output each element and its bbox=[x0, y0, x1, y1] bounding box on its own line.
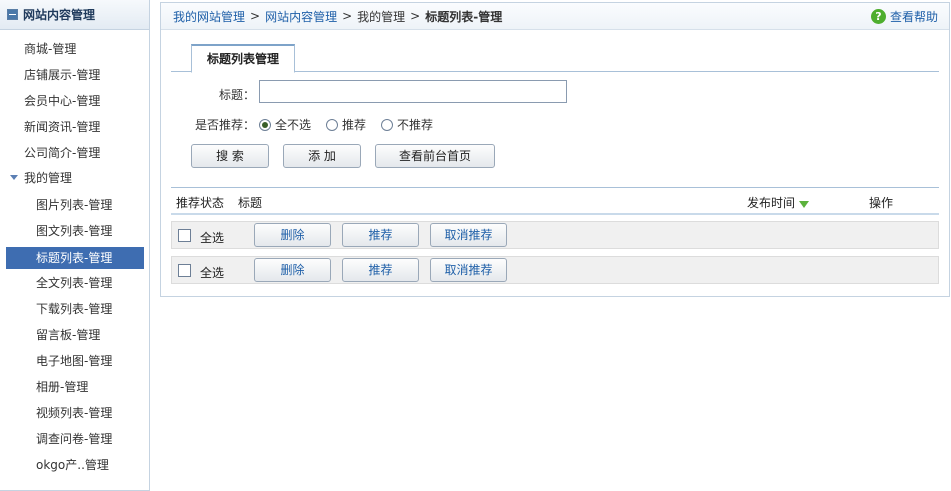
sidebar-item-news[interactable]: 新闻资讯-管理 bbox=[0, 116, 150, 138]
sidebar-group-my-management[interactable]: 我的管理 bbox=[0, 167, 150, 189]
breadcrumb-separator: > bbox=[410, 9, 421, 23]
sidebar-item-guestbook[interactable]: 留言板-管理 bbox=[0, 324, 150, 346]
column-header-actions: 操作 bbox=[869, 196, 894, 210]
select-all-checkbox[interactable] bbox=[178, 264, 191, 277]
tab-bar: 标题列表管理 bbox=[171, 44, 939, 73]
recommend-button[interactable]: 推荐 bbox=[342, 258, 419, 282]
sidebar-item-okgo-product[interactable]: okgo产..管理 bbox=[0, 454, 150, 476]
radio-recommend[interactable]: 推荐 bbox=[326, 116, 366, 133]
expand-arrow-icon bbox=[10, 175, 18, 180]
radio-not-recommend[interactable]: 不推荐 bbox=[381, 116, 433, 133]
sidebar: 网站内容管理 商城-管理 店铺展示-管理 会员中心-管理 新闻资讯-管理 公司简… bbox=[0, 0, 150, 491]
radio-label: 不推荐 bbox=[397, 118, 434, 132]
column-header-title: 标题 bbox=[238, 196, 263, 210]
select-all-label: 全选 bbox=[200, 231, 225, 245]
select-all-label: 全选 bbox=[200, 266, 225, 280]
tab-title-list-management[interactable]: 标题列表管理 bbox=[191, 44, 295, 73]
radio-none[interactable]: 全不选 bbox=[259, 116, 311, 133]
breadcrumb-separator: > bbox=[250, 9, 261, 23]
radio-button[interactable] bbox=[326, 118, 338, 131]
view-front-page-button[interactable]: 查看前台首页 bbox=[375, 144, 495, 168]
radio-button[interactable] bbox=[381, 118, 393, 131]
main-panel: 我的网站管理 > 网站内容管理 > 我的管理 > 标题列表-管理 ? 查看帮助 … bbox=[160, 2, 950, 297]
recommend-button[interactable]: 推荐 bbox=[342, 223, 419, 247]
search-button[interactable]: 搜 索 bbox=[191, 144, 269, 168]
sidebar-group-label: 我的管理 bbox=[24, 171, 73, 185]
help-label: 查看帮助 bbox=[889, 10, 938, 24]
help-link[interactable]: ? 查看帮助 bbox=[870, 8, 938, 25]
sidebar-item-mall[interactable]: 商城-管理 bbox=[0, 38, 150, 60]
collapse-icon[interactable] bbox=[7, 9, 18, 20]
sidebar-item-member-center[interactable]: 会员中心-管理 bbox=[0, 90, 150, 112]
sidebar-item-title-list[interactable]: 标题列表-管理 bbox=[6, 247, 144, 269]
delete-button[interactable]: 删除 bbox=[254, 223, 331, 247]
sidebar-item-shop-display[interactable]: 店铺展示-管理 bbox=[0, 64, 150, 86]
breadcrumb-my-site[interactable]: 我的网站管理 bbox=[173, 8, 245, 25]
action-row: 全选 删除 推荐 取消推荐 bbox=[171, 256, 939, 284]
sidebar-item-fulltext-list[interactable]: 全文列表-管理 bbox=[0, 272, 150, 294]
sidebar-item-download-list[interactable]: 下载列表-管理 bbox=[0, 298, 150, 320]
sidebar-item-survey[interactable]: 调查问卷-管理 bbox=[0, 428, 150, 450]
column-header-publish-time[interactable]: 发布时间 bbox=[747, 194, 810, 211]
breadcrumb-separator: > bbox=[342, 9, 353, 23]
add-button[interactable]: 添 加 bbox=[283, 144, 361, 168]
sidebar-item-video-list[interactable]: 视频列表-管理 bbox=[0, 402, 150, 424]
breadcrumb-my-management: 我的管理 bbox=[357, 9, 406, 24]
radio-label: 推荐 bbox=[342, 118, 367, 132]
column-header-status: 推荐状态 bbox=[176, 196, 225, 210]
sidebar-item-company-intro[interactable]: 公司简介-管理 bbox=[0, 142, 150, 164]
sort-down-icon[interactable] bbox=[799, 201, 810, 208]
title-input[interactable] bbox=[259, 80, 567, 103]
breadcrumb: 我的网站管理 > 网站内容管理 > 我的管理 > 标题列表-管理 bbox=[161, 3, 949, 30]
radio-button-checked[interactable] bbox=[259, 118, 271, 131]
help-icon: ? bbox=[870, 9, 886, 24]
sidebar-item-image-text-list[interactable]: 图文列表-管理 bbox=[0, 220, 150, 242]
cancel-recommend-button[interactable]: 取消推荐 bbox=[430, 223, 507, 247]
cancel-recommend-button[interactable]: 取消推荐 bbox=[430, 258, 507, 282]
sidebar-item-album[interactable]: 相册-管理 bbox=[0, 376, 150, 398]
list-header: 推荐状态 标题 发布时间 操作 bbox=[171, 187, 939, 215]
recommend-label: 是否推荐： bbox=[195, 118, 256, 132]
sidebar-item-map[interactable]: 电子地图-管理 bbox=[0, 350, 150, 372]
sidebar-header[interactable]: 网站内容管理 bbox=[0, 0, 149, 30]
sidebar-item-image-list[interactable]: 图片列表-管理 bbox=[0, 194, 150, 216]
title-label: 标题： bbox=[219, 88, 256, 102]
publish-time-label: 发布时间 bbox=[747, 196, 796, 210]
action-row: 全选 删除 推荐 取消推荐 bbox=[171, 221, 939, 249]
breadcrumb-site-content[interactable]: 网站内容管理 bbox=[265, 8, 337, 25]
delete-button[interactable]: 删除 bbox=[254, 258, 331, 282]
sidebar-title: 网站内容管理 bbox=[23, 8, 96, 22]
breadcrumb-current: 标题列表-管理 bbox=[425, 9, 503, 24]
select-all-checkbox[interactable] bbox=[178, 229, 191, 242]
radio-label: 全不选 bbox=[275, 118, 312, 132]
